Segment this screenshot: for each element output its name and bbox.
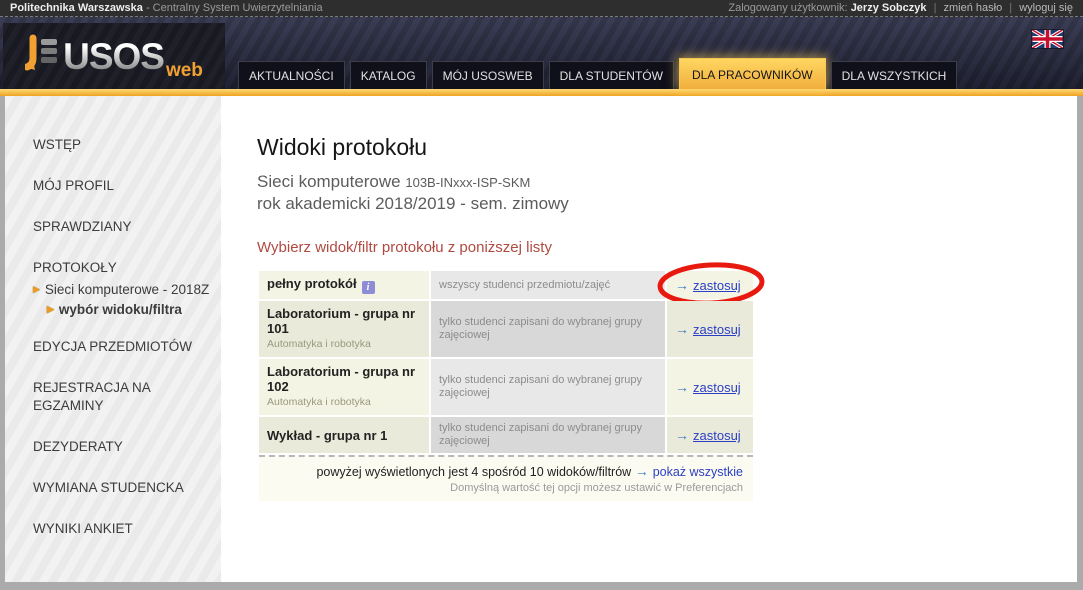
- apply-arrow-icon: →: [675, 427, 689, 443]
- view-desc-cell: wszyscy studenci przedmiotu/zajęć: [431, 271, 665, 299]
- view-desc-cell: tylko studenci zapisani do wybranej grup…: [431, 359, 665, 415]
- tree-arrow-icon: ▶: [47, 302, 54, 317]
- footer-note: Domyślną wartość tej opcji możesz ustawi…: [269, 482, 743, 494]
- system-name: - Centralny System Uwierzytelniania: [146, 2, 323, 14]
- sidebar-item-wymiana-studencka[interactable]: WYMIANA STUDENCKA: [33, 479, 205, 497]
- view-subname: Automatyka i robotyka: [267, 395, 421, 410]
- sidebar-subitem-wybor-widoku[interactable]: ▶ wybór widoku/filtra: [47, 302, 227, 317]
- table-footer-row: powyżej wyświetlonych jest 4 spośród 10 …: [259, 455, 753, 501]
- view-desc-cell: tylko studenci zapisani do wybranej grup…: [431, 417, 665, 453]
- tree-arrow-icon: ▶: [33, 282, 40, 297]
- view-action-cell: → zastosuj: [667, 417, 753, 453]
- sidebar-menu: WSTĘP MÓJ PROFIL SPRAWDZIANY PROTOKOŁY ▶…: [5, 96, 221, 582]
- footer-summary: powyżej wyświetlonych jest 4 spośród 10 …: [316, 465, 631, 479]
- subitem-label: Sieci komputerowe - 2018Z: [45, 282, 209, 297]
- table-row: Wykład - grupa nr 1 tylko studenci zapis…: [259, 417, 753, 453]
- main-content: Widoki protokołu Sieci komputerowe 103B-…: [221, 96, 1077, 582]
- top-bar: Politechnika Warszawska - Centralny Syst…: [0, 0, 1083, 17]
- course-code: 103B-INxxx-ISP-SKM: [405, 175, 530, 190]
- view-name: Wykład - grupa nr 1: [267, 428, 387, 443]
- separator: |: [1009, 2, 1012, 14]
- sidebar-item-rejestracja-na-egzaminy[interactable]: REJESTRACJA NA EGZAMINY: [33, 379, 205, 415]
- tab-dla-wszystkich[interactable]: DLA WSZYSTKICH: [831, 61, 958, 89]
- view-name-cell: Laboratorium - grupa nr 102 Automatyka i…: [259, 359, 429, 415]
- show-all-link[interactable]: pokaż wszystkie: [653, 465, 743, 479]
- view-name-cell: pełny protokół i: [259, 271, 429, 299]
- view-action-cell: → zastosuj: [667, 359, 753, 415]
- english-flag-icon[interactable]: [1032, 30, 1063, 48]
- user-name: Jerzy Sobczyk: [851, 2, 927, 14]
- accent-bar: [0, 89, 1083, 96]
- system-brand: Politechnika Warszawska - Centralny Syst…: [10, 2, 323, 14]
- logo-usos-text: USOS: [63, 38, 164, 75]
- view-name: Laboratorium - grupa nr 102: [267, 364, 415, 394]
- header-band: USOS web AKTUALNOŚCI KATALOG MÓJ USOSWEB…: [0, 17, 1083, 89]
- tab-moj-usosweb[interactable]: MÓJ USOSWEB: [432, 61, 544, 89]
- protocol-views-table: pełny protokół i wszyscy studenci przedmi…: [257, 269, 755, 503]
- info-icon[interactable]: i: [362, 281, 375, 294]
- protokoly-subtree: ▶ Sieci komputerowe - 2018Z ▶ wybór wido…: [33, 282, 221, 317]
- view-name-cell: Wykład - grupa nr 1: [259, 417, 429, 453]
- view-name: pełny protokół: [267, 276, 357, 291]
- logo-web-text: web: [166, 60, 203, 82]
- view-action-cell: → zastosuj: [667, 301, 753, 357]
- sidebar-item-edycja-przedmiotow[interactable]: EDYCJA PRZEDMIOTÓW: [33, 338, 205, 356]
- tab-aktualnosci[interactable]: AKTUALNOŚCI: [238, 61, 345, 89]
- course-name: Sieci komputerowe: [257, 172, 401, 191]
- university-name: Politechnika Warszawska: [10, 2, 143, 14]
- tab-dla-studentow[interactable]: DLA STUDENTÓW: [549, 61, 674, 89]
- sidebar-subitem-sieci-komputerowe[interactable]: ▶ Sieci komputerowe - 2018Z: [33, 282, 213, 297]
- term-subtitle: rok akademicki 2018/2019 - sem. zimowy: [257, 193, 1077, 214]
- view-name-cell: Laboratorium - grupa nr 101 Automatyka i…: [259, 301, 429, 357]
- main-nav-tabs: AKTUALNOŚCI KATALOG MÓJ USOSWEB DLA STUD…: [238, 58, 957, 89]
- show-all-arrow-icon: →: [635, 463, 649, 479]
- tab-katalog[interactable]: KATALOG: [350, 61, 427, 89]
- change-password-link[interactable]: zmień hasło: [944, 2, 1003, 14]
- course-subtitle: Sieci komputerowe 103B-INxxx-ISP-SKM: [257, 171, 1077, 193]
- view-name: Laboratorium - grupa nr 101: [267, 306, 415, 336]
- page-title: Widoki protokołu: [257, 134, 1077, 161]
- view-subname: Automatyka i robotyka: [267, 337, 421, 352]
- page-body: WSTĘP MÓJ PROFIL SPRAWDZIANY PROTOKOŁY ▶…: [5, 96, 1077, 582]
- logged-in-label: Zalogowany użytkownik:: [728, 2, 847, 14]
- apply-arrow-icon: →: [675, 321, 689, 337]
- table-row: Laboratorium - grupa nr 101 Automatyka i…: [259, 301, 753, 357]
- apply-link[interactable]: zastosuj: [693, 380, 741, 395]
- sidebar-item-wstep[interactable]: WSTĘP: [33, 136, 205, 154]
- table-row: pełny protokół i wszyscy studenci przedmi…: [259, 271, 753, 299]
- sidebar-item-dezyderaty[interactable]: DEZYDERATY: [33, 438, 205, 456]
- separator: |: [934, 2, 937, 14]
- apply-link[interactable]: zastosuj: [693, 322, 741, 337]
- apply-arrow-icon: →: [675, 379, 689, 395]
- usos-arrow-icon: [25, 34, 59, 79]
- sidebar-item-moj-profil[interactable]: MÓJ PROFIL: [33, 177, 205, 195]
- sidebar-item-wyniki-ankiet[interactable]: WYNIKI ANKIET: [33, 520, 205, 538]
- apply-arrow-icon: →: [675, 277, 689, 293]
- usosweb-logo[interactable]: USOS web: [3, 23, 225, 89]
- apply-link[interactable]: zastosuj: [693, 278, 741, 293]
- logout-link[interactable]: wyloguj się: [1019, 2, 1073, 14]
- section-heading: Wybierz widok/filtr protokołu z poniższe…: [257, 239, 1077, 256]
- user-session-area: Zalogowany użytkownik: Jerzy Sobczyk | z…: [728, 2, 1073, 14]
- table-footer-cell: powyżej wyświetlonych jest 4 spośród 10 …: [259, 455, 753, 501]
- tab-dla-pracownikow[interactable]: DLA PRACOWNIKÓW: [679, 58, 826, 89]
- sidebar-item-protokoly[interactable]: PROTOKOŁY: [33, 259, 205, 277]
- table-row: Laboratorium - grupa nr 102 Automatyka i…: [259, 359, 753, 415]
- sidebar-item-sprawdziany[interactable]: SPRAWDZIANY: [33, 218, 205, 236]
- subitem-label: wybór widoku/filtra: [59, 302, 182, 317]
- view-desc-cell: tylko studenci zapisani do wybranej grup…: [431, 301, 665, 357]
- view-action-cell: → zastosuj: [667, 271, 753, 299]
- apply-link[interactable]: zastosuj: [693, 428, 741, 443]
